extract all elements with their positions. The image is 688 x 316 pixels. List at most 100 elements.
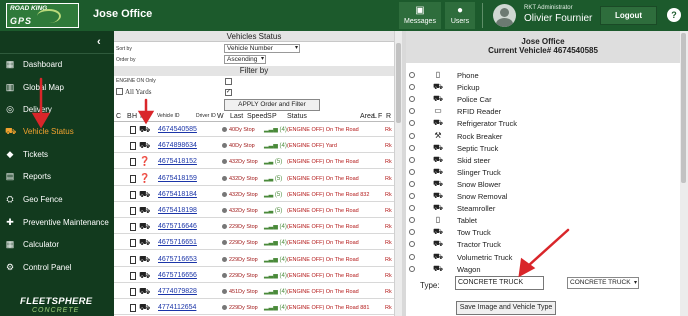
vehicle-id-link[interactable]: 4675418184 [158,191,197,198]
radio-button[interactable] [409,217,415,224]
table-row[interactable]: ⛟ 4675418184 432Dy Stop ▂▃ (5) (ENGINE OFF) … [114,188,394,202]
table-row[interactable]: ⛟ 4674898634 40Dy Stop ▂▃▅ (4) (ENGINE OFF) … [114,139,394,154]
column-header[interactable]: W [217,113,224,120]
radio-button[interactable] [409,144,415,151]
vehicle-type-option[interactable]: ⛟ Slinger Truck [406,166,680,178]
column-header[interactable]: S [267,113,272,120]
table-row[interactable]: ⛟ 4675716653 229Dy Stop ▂▃▅ (4) (ENGINE OFF)… [114,253,394,267]
radio-button[interactable] [409,193,415,199]
column-header[interactable]: Driver ID [196,113,216,119]
vehicle-type-option[interactable]: ⛟ Snow Removal [406,190,680,202]
logout-button[interactable]: Logout [600,6,657,25]
vehicle-type-option[interactable]: ⛟ Tow Truck [406,226,680,238]
radio-button[interactable] [409,241,415,248]
save-image-type-button[interactable]: Save Image and Vehicle Type [456,301,556,315]
radio-button[interactable] [409,168,415,175]
vehicle-type-option[interactable]: ⛟ Volumetric Truck [406,251,680,263]
help-button[interactable]: ? [667,8,681,22]
vehicle-id-link[interactable]: 4674898634 [158,142,197,149]
type-input[interactable]: CONCRETE TRUCK [455,276,544,290]
table-row[interactable]: ⛟ 4774112654 229Dy Stop ▂▃▅ (4) (ENGINE OFF)… [114,301,394,316]
vehicle-id-link[interactable]: 4774112654 [158,304,196,311]
vehicle-type-option[interactable]: ⛟ Tractor Truck [406,238,680,250]
vehicle-type-option[interactable]: ⚒ Rock Breaker [406,130,680,142]
vehicle-id-link[interactable]: 4675418159 [158,175,197,182]
radio-button[interactable] [409,108,415,115]
messages-button[interactable]: ▣ Messages [399,2,441,29]
radio-button[interactable] [409,96,415,103]
table-row[interactable]: ❓ 4675418159 432Dy Stop ▂▃ (5) (ENGINE OFF) … [114,172,394,186]
vehicle-id-link[interactable]: 4774079828 [158,288,197,295]
vehicle-type-option[interactable]: ▭ RFID Reader [406,105,680,117]
type-select[interactable]: CONCRETE TRUCK ▾ [567,277,639,289]
order-by-select[interactable]: Ascending ▾ [224,55,266,64]
radio-button[interactable] [409,132,415,139]
sidebar-item-delivery[interactable]: ◎ Delivery [0,99,114,121]
apply-order-filter-button[interactable]: APPLY Order and Filter [224,99,320,111]
radio-button[interactable] [409,265,415,272]
all-yards-checkbox[interactable] [225,88,232,96]
vehicle-type-option[interactable]: ⛟ Skid steer [406,154,680,166]
scrollbar-thumb[interactable] [396,43,401,123]
sidebar-item-preventive-maintenance[interactable]: ✚ Preventive Maintenance [0,212,114,234]
sidebar-item-reports[interactable]: ▤ Reports [0,166,114,188]
engine-on-checkbox[interactable] [225,78,232,85]
vehicle-type-option[interactable]: ▯ Tablet [406,214,680,226]
vehicle-type-option[interactable]: ⛟ Wagon [406,263,680,275]
radio-button[interactable] [409,84,415,91]
vehicle-type-option[interactable]: ⛟ Refrigerator Truck [406,117,680,129]
sidebar-item-calculator[interactable]: ▦ Calculator [0,234,114,256]
sidebar-item-vehicle-status[interactable]: ⛟ Vehicle Status [0,121,114,143]
vehicle-id-link[interactable]: 4675716656 [158,272,197,279]
road-king-gps-logo[interactable]: ROAD KING GPS [6,3,79,28]
vehicle-id-link[interactable]: 4675716653 [158,256,197,263]
vehicle-id-link[interactable]: 4674540585 [158,126,197,133]
table-row[interactable]: ⛟ 4774079828 451Dy Stop ▂▃▅ (4) (ENGINE OFF)… [114,285,394,299]
collapse-chevron-icon[interactable]: ‹ [97,36,101,48]
vehicle-id-link[interactable]: 4675418198 [158,207,197,214]
column-header[interactable]: P [272,113,277,120]
sort-by-select[interactable]: Vehicle Number ▾ [224,44,300,53]
column-header[interactable]: Vehicle ID [157,113,180,119]
radio-button[interactable] [409,229,415,236]
column-header[interactable]: C [116,113,121,120]
vehicle-id-link[interactable]: 4675418152 [158,158,197,165]
vehicle-type-scrollbar[interactable] [680,31,688,316]
table-row[interactable]: ❓ 4675418152 432Dy Stop ▂▃ (5) (ENGINE OFF) … [114,155,394,170]
sidebar-item-dashboard[interactable]: ▦ Dashboard [0,54,114,76]
column-header[interactable]: I [140,113,142,120]
table-row[interactable]: ⛟ 4675716656 229Dy Stop ▂▃▅ (4) (ENGINE OFF)… [114,269,394,283]
column-header[interactable]: L [373,113,377,120]
scrollbar-thumb[interactable] [681,33,686,183]
vehicle-type-option[interactable]: ⛟ Pickup [406,81,680,93]
radio-button[interactable] [409,72,415,78]
column-header[interactable]: Speed [247,113,267,120]
vehicle-type-option[interactable]: ⛟ Steamroller [406,202,680,214]
sidebar-item-control-panel[interactable]: ⚙ Control Panel [0,257,114,279]
column-header[interactable]: H [132,113,137,120]
column-header[interactable]: Status [287,113,307,120]
vehicle-type-option[interactable]: ⛟ Snow Blower [406,178,680,190]
table-row[interactable]: ⛟ 4675716651 229Dy Stop ▂▃▅ (4) (ENGINE OFF)… [114,236,394,251]
column-header[interactable]: F [378,113,382,120]
table-row[interactable]: ⛟ 4675418198 432Dy Stop ▂▃ (5) (ENGINE OFF) … [114,204,394,218]
table-row[interactable]: ⛟ 4674540585 40Dy Stop ▂▃▅ (4) (ENGINE OFF) … [114,123,394,137]
sidebar-item-geo-fence[interactable]: ⛭ Geo Fence [0,189,114,211]
all-yards-box[interactable] [116,88,123,95]
vehicle-type-option[interactable]: ▯ Phone [406,69,680,81]
vehicle-id-link[interactable]: 4675716651 [158,239,197,246]
users-button[interactable]: ● Users [445,2,475,29]
column-header[interactable]: R [386,113,391,120]
avatar[interactable] [493,4,516,27]
radio-button[interactable] [409,120,415,127]
column-header[interactable]: Last [230,113,243,120]
radio-button[interactable] [409,253,415,260]
sidebar-item-tickets[interactable]: ◆ Tickets [0,144,114,166]
vehicle-type-option[interactable]: ⛟ Septic Truck [406,142,680,154]
column-header[interactable]: B [127,113,132,120]
table-row[interactable]: ⛟ 4675716646 229Dy Stop ▂▃▅ (4) (ENGINE OFF)… [114,220,394,235]
radio-button[interactable] [409,205,415,212]
radio-button[interactable] [409,156,415,163]
vehicle-type-option[interactable]: ⛟ Police Car [406,93,680,105]
sidebar-item-global-map[interactable]: ▥ Global Map [0,77,114,99]
